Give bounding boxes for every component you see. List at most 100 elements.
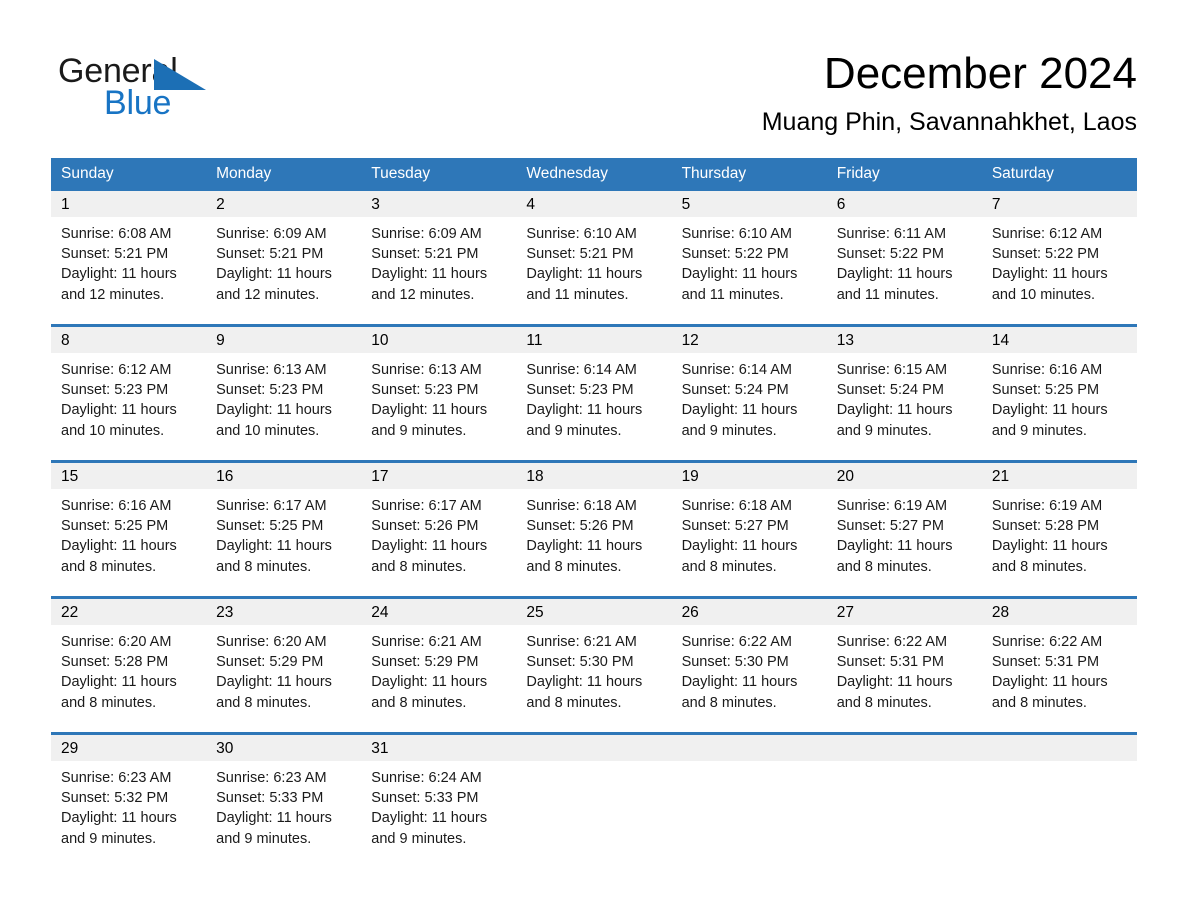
day-details: Sunrise: 6:12 AM Sunset: 5:23 PM Dayligh…: [51, 353, 206, 441]
week-row: 1 Sunrise: 6:08 AM Sunset: 5:21 PM Dayli…: [51, 191, 1137, 326]
daylight-text-line1: Daylight: 11 hours: [216, 674, 332, 691]
daylight-text-line1: Daylight: 11 hours: [371, 538, 488, 555]
day-details: Sunrise: 6:10 AM Sunset: 5:21 PM Dayligh…: [516, 217, 671, 305]
daylight-text-line2: and 8 minutes.: [216, 558, 312, 575]
daylight-text-line1: Daylight: 11 hours: [681, 538, 798, 555]
calendar-table: Sunday Monday Tuesday Wednesday Thursday…: [51, 158, 1137, 868]
daylight-text-line1: Daylight: 11 hours: [991, 266, 1108, 283]
day-cell[interactable]: 30 Sunrise: 6:23 AM Sunset: 5:33 PM Dayl…: [206, 732, 362, 868]
day-cell[interactable]: 18 Sunrise: 6:18 AM Sunset: 5:26 PM Dayl…: [516, 460, 672, 598]
day-cell[interactable]: 1 Sunrise: 6:08 AM Sunset: 5:21 PM Dayli…: [51, 191, 207, 326]
day-number: 17: [361, 463, 517, 489]
day-details: Sunrise: 6:13 AM Sunset: 5:23 PM Dayligh…: [206, 353, 361, 441]
day-cell-inner: 10 Sunrise: 6:13 AM Sunset: 5:23 PM Dayl…: [361, 327, 517, 460]
day-cell[interactable]: 20 Sunrise: 6:19 AM Sunset: 5:27 PM Dayl…: [826, 460, 982, 598]
daylight-text-line2: and 8 minutes.: [61, 558, 157, 575]
sunrise-text: Sunrise: 6:21 AM: [526, 634, 637, 650]
day-cell[interactable]: 16 Sunrise: 6:17 AM Sunset: 5:25 PM Dayl…: [206, 460, 362, 598]
sunrise-text: Sunrise: 6:08 AM: [61, 226, 172, 242]
daylight-text-line1: Daylight: 11 hours: [216, 810, 332, 827]
day-number: 10: [361, 327, 517, 353]
day-number: [826, 735, 982, 761]
day-details: Sunrise: 6:16 AM Sunset: 5:25 PM Dayligh…: [51, 489, 206, 577]
weekday-header-friday: Friday: [826, 158, 982, 191]
day-cell-empty: [981, 732, 1137, 868]
day-cell[interactable]: 28 Sunrise: 6:22 AM Sunset: 5:31 PM Dayl…: [981, 596, 1137, 734]
day-cell[interactable]: 15 Sunrise: 6:16 AM Sunset: 5:25 PM Dayl…: [51, 460, 207, 598]
day-details: Sunrise: 6:09 AM Sunset: 5:21 PM Dayligh…: [361, 217, 516, 305]
weekday-header-tuesday: Tuesday: [361, 158, 517, 191]
day-cell[interactable]: 26 Sunrise: 6:22 AM Sunset: 5:30 PM Dayl…: [671, 596, 827, 734]
sunset-text: Sunset: 5:21 PM: [371, 246, 479, 263]
day-number: [981, 735, 1137, 761]
day-cell[interactable]: 7 Sunrise: 6:12 AM Sunset: 5:22 PM Dayli…: [981, 191, 1137, 326]
title-block: December 2024 Muang Phin, Savannahkhet, …: [762, 47, 1137, 137]
sunrise-text: Sunrise: 6:14 AM: [681, 362, 792, 378]
day-cell-inner: [826, 735, 982, 868]
day-cell-inner: 21 Sunrise: 6:19 AM Sunset: 5:28 PM Dayl…: [981, 463, 1137, 596]
daylight-text-line2: and 8 minutes.: [371, 694, 467, 711]
day-number: [671, 735, 827, 761]
day-cell[interactable]: 10 Sunrise: 6:13 AM Sunset: 5:23 PM Dayl…: [361, 324, 517, 462]
day-cell-empty: [671, 732, 827, 868]
day-cell[interactable]: 19 Sunrise: 6:18 AM Sunset: 5:27 PM Dayl…: [671, 460, 827, 598]
daylight-text-line1: Daylight: 11 hours: [991, 402, 1108, 419]
daylight-text-line2: and 8 minutes.: [61, 694, 157, 711]
daylight-text-line1: Daylight: 11 hours: [836, 402, 953, 419]
day-cell[interactable]: 9 Sunrise: 6:13 AM Sunset: 5:23 PM Dayli…: [206, 324, 362, 462]
day-number: 29: [51, 735, 207, 761]
day-cell-inner: 16 Sunrise: 6:17 AM Sunset: 5:25 PM Dayl…: [206, 463, 362, 596]
day-cell-inner: 31 Sunrise: 6:24 AM Sunset: 5:33 PM Dayl…: [361, 735, 517, 868]
daylight-text-line2: and 9 minutes.: [61, 830, 157, 847]
week-row: 22 Sunrise: 6:20 AM Sunset: 5:28 PM Dayl…: [51, 596, 1137, 734]
day-cell[interactable]: 13 Sunrise: 6:15 AM Sunset: 5:24 PM Dayl…: [826, 324, 982, 462]
day-details: Sunrise: 6:11 AM Sunset: 5:22 PM Dayligh…: [827, 217, 982, 305]
day-cell[interactable]: 3 Sunrise: 6:09 AM Sunset: 5:21 PM Dayli…: [361, 191, 517, 326]
daylight-text-line1: Daylight: 11 hours: [681, 266, 798, 283]
sunset-text: Sunset: 5:22 PM: [991, 246, 1100, 263]
day-number: 31: [361, 735, 517, 761]
sunset-text: Sunset: 5:25 PM: [216, 518, 324, 535]
day-cell[interactable]: 21 Sunrise: 6:19 AM Sunset: 5:28 PM Dayl…: [981, 460, 1137, 598]
day-cell[interactable]: 4 Sunrise: 6:10 AM Sunset: 5:21 PM Dayli…: [516, 191, 672, 326]
week-row: 8 Sunrise: 6:12 AM Sunset: 5:23 PM Dayli…: [51, 324, 1137, 462]
day-cell[interactable]: 2 Sunrise: 6:09 AM Sunset: 5:21 PM Dayli…: [206, 191, 362, 326]
daylight-text-line2: and 11 minutes.: [836, 286, 939, 303]
day-details: Sunrise: 6:21 AM Sunset: 5:29 PM Dayligh…: [361, 625, 516, 713]
day-cell[interactable]: 6 Sunrise: 6:11 AM Sunset: 5:22 PM Dayli…: [826, 191, 982, 326]
daylight-text-line2: and 12 minutes.: [371, 286, 475, 303]
day-cell[interactable]: 24 Sunrise: 6:21 AM Sunset: 5:29 PM Dayl…: [361, 596, 517, 734]
day-cell[interactable]: 23 Sunrise: 6:20 AM Sunset: 5:29 PM Dayl…: [206, 596, 362, 734]
day-cell[interactable]: 12 Sunrise: 6:14 AM Sunset: 5:24 PM Dayl…: [671, 324, 827, 462]
day-cell-inner: 26 Sunrise: 6:22 AM Sunset: 5:30 PM Dayl…: [671, 599, 827, 732]
general-blue-logo[interactable]: General Blue: [58, 52, 298, 124]
day-cell[interactable]: 25 Sunrise: 6:21 AM Sunset: 5:30 PM Dayl…: [516, 596, 672, 734]
day-number: 30: [206, 735, 362, 761]
sunrise-text: Sunrise: 6:12 AM: [61, 362, 172, 378]
day-cell[interactable]: 8 Sunrise: 6:12 AM Sunset: 5:23 PM Dayli…: [51, 324, 207, 462]
day-cell[interactable]: 31 Sunrise: 6:24 AM Sunset: 5:33 PM Dayl…: [361, 732, 517, 868]
day-number: 11: [516, 327, 672, 353]
sunset-text: Sunset: 5:27 PM: [836, 518, 944, 535]
day-cell-inner: 20 Sunrise: 6:19 AM Sunset: 5:27 PM Dayl…: [826, 463, 982, 596]
weekday-header-monday: Monday: [206, 158, 362, 191]
day-cell[interactable]: 29 Sunrise: 6:23 AM Sunset: 5:32 PM Dayl…: [51, 732, 207, 868]
day-cell[interactable]: 17 Sunrise: 6:17 AM Sunset: 5:26 PM Dayl…: [361, 460, 517, 598]
day-cell[interactable]: 14 Sunrise: 6:16 AM Sunset: 5:25 PM Dayl…: [981, 324, 1137, 462]
calendar-container: Sunday Monday Tuesday Wednesday Thursday…: [51, 158, 1137, 868]
page-header: General Blue December 2024 Muang Phin, S…: [0, 0, 1188, 158]
day-cell-inner: 9 Sunrise: 6:13 AM Sunset: 5:23 PM Dayli…: [206, 327, 362, 460]
sunrise-text: Sunrise: 6:17 AM: [371, 498, 482, 514]
day-details: Sunrise: 6:13 AM Sunset: 5:23 PM Dayligh…: [361, 353, 516, 441]
sunrise-text: Sunrise: 6:16 AM: [61, 498, 172, 514]
daylight-text-line1: Daylight: 11 hours: [836, 266, 953, 283]
day-cell[interactable]: 27 Sunrise: 6:22 AM Sunset: 5:31 PM Dayl…: [826, 596, 982, 734]
day-cell[interactable]: 11 Sunrise: 6:14 AM Sunset: 5:23 PM Dayl…: [516, 324, 672, 462]
daylight-text-line2: and 12 minutes.: [216, 286, 320, 303]
sunset-text: Sunset: 5:33 PM: [371, 790, 479, 807]
day-details: Sunrise: 6:22 AM Sunset: 5:31 PM Dayligh…: [827, 625, 982, 713]
daylight-text-line2: and 8 minutes.: [991, 558, 1087, 575]
day-cell[interactable]: 5 Sunrise: 6:10 AM Sunset: 5:22 PM Dayli…: [671, 191, 827, 326]
day-details: Sunrise: 6:12 AM Sunset: 5:22 PM Dayligh…: [982, 217, 1137, 305]
day-cell[interactable]: 22 Sunrise: 6:20 AM Sunset: 5:28 PM Dayl…: [51, 596, 207, 734]
